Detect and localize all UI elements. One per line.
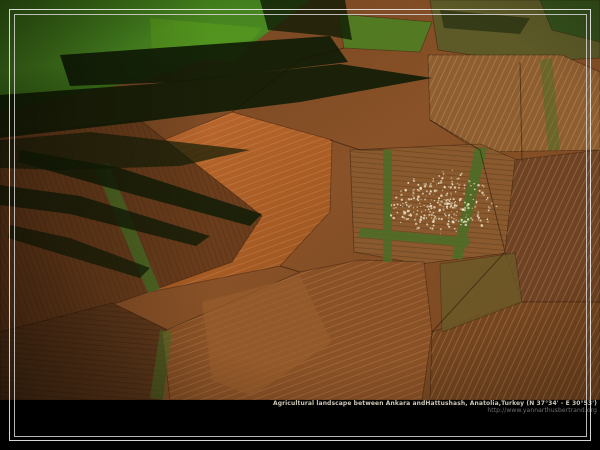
photo-credit-url: http://www.yannarthusbertrand.org [487, 407, 597, 414]
photo-caption: Agricultural landscape between Ankara an… [273, 400, 597, 407]
caption-band: Agricultural landscape between Ankara an… [0, 400, 600, 450]
wallpaper: Agricultural landscape between Ankara an… [0, 0, 600, 450]
vignette-shading [0, 0, 600, 400]
aerial-photo-scene [0, 0, 600, 400]
aerial-photo [0, 0, 600, 400]
